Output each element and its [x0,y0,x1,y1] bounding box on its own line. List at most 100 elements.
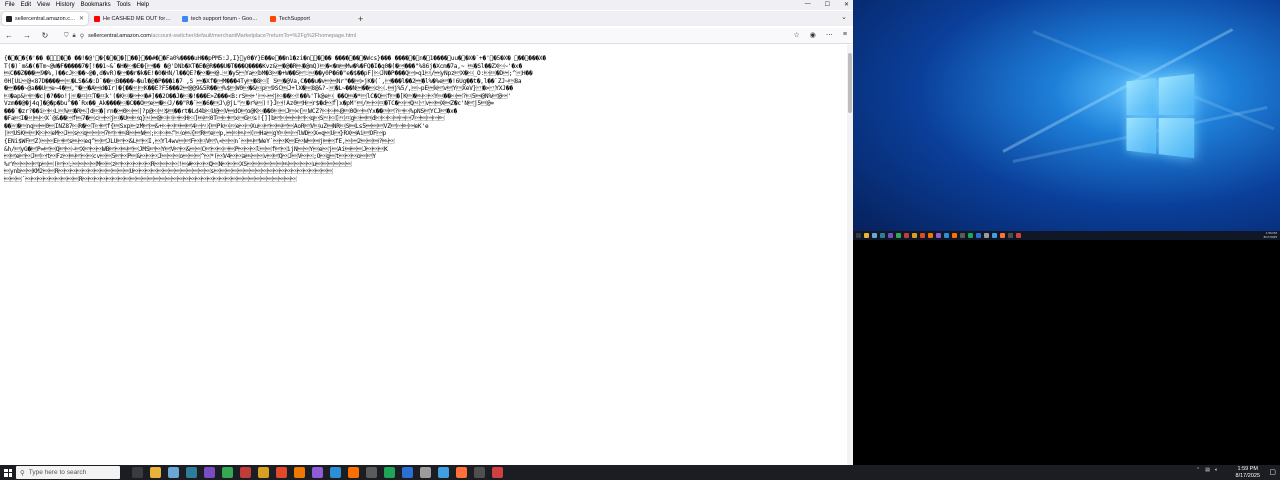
notepad-icon[interactable] [168,467,179,478]
reddit-favicon-icon [270,15,276,22]
secondary-firefox-icon[interactable] [1000,233,1005,238]
bookmark-star-icon[interactable]: ☆ [794,31,800,39]
app-icon-4[interactable] [258,467,269,478]
secondary-app-icon-4[interactable] [912,233,917,238]
menu-view[interactable]: View [37,2,50,8]
app-icon-6[interactable] [294,467,305,478]
forward-icon[interactable]: → [22,31,32,40]
garbled-text-line: C��Z���9�%,)��cJ��~@�,d�vR)���r�k�E!… [4,70,533,78]
url-bar[interactable]: ⛉ 🔒︎ ⚲ sellercentral.amazon.com/account-… [60,30,805,42]
secondary-app-icon-16[interactable] [1016,233,1021,238]
app-icon-11[interactable] [384,467,395,478]
scrollbar-thumb[interactable] [848,53,852,113]
volume-icon[interactable]: 🔈︎ [1215,467,1218,473]
garbled-text-line: �ap&�c|�?��o!j �T�k'(�K��#]��2O… [4,92,511,100]
secondary-clock-date: 8/17/2025 [1263,234,1277,239]
secondary-app-icon-5[interactable] [920,233,925,238]
menu-bookmarks[interactable]: Bookmarks [81,2,111,8]
app-icon-12[interactable] [402,467,413,478]
secondary-app-icon-10[interactable] [960,233,965,238]
app-icon-9[interactable] [348,467,359,478]
close-tab-icon[interactable]: ✕ [79,15,84,22]
tab-sellercentral[interactable]: sellercentral.amazon.com/accou ✕ [2,12,88,25]
start-button[interactable] [0,465,16,480]
secondary-app-icon-3[interactable] [904,233,909,238]
tab-title: sellercentral.amazon.com/accou [15,15,76,22]
secondary-app-icon-12[interactable] [976,233,981,238]
garbled-text-line: ynbKM2RUs… [4,168,333,176]
file-explorer-icon[interactable] [150,467,161,478]
secondary-app-icon-7[interactable] [936,233,941,238]
windows-logo-wallpaper [1126,73,1195,159]
notification-center-icon[interactable]: ▢ [1269,468,1276,476]
secondary-app-icon-9[interactable] [952,233,957,238]
menu-help[interactable]: Help [137,2,149,8]
garbled-text-line: {� ��{�'�� ��� ��!�@' �{���[��}… [4,55,546,62]
garbled-text-line: {ENi$WFZ)Eseq^JLU&LI,Yl4wv… [4,138,395,146]
secondary-notepad-icon[interactable] [872,233,877,238]
app-icon-14[interactable] [438,467,449,478]
menu-file[interactable]: File [5,2,15,8]
secondary-task-view-icon[interactable] [856,233,861,238]
menu-bar: File Edit View History Bookmarks Tools H… [0,0,853,10]
secondary-app-icon-1[interactable] [880,233,885,238]
menu-edit[interactable]: Edit [21,2,31,8]
secondary-app-icon-11[interactable] [968,233,973,238]
taskbar-search[interactable]: ⚲ Type here to search [16,466,120,479]
garbled-text-line: %rYp(;MzR!#Q… [4,160,352,168]
app-icon-8[interactable] [330,467,341,478]
minimize-button[interactable]: — [805,1,811,8]
taskbar-clock[interactable]: 1:59 PM 8/17/2025 [1236,466,1260,479]
app-icon-13[interactable] [420,467,431,478]
secondary-app-icon-2[interactable] [888,233,893,238]
secondary-app-icon-14[interactable] [992,233,997,238]
list-all-tabs-icon[interactable]: ⌄ [841,13,847,21]
app-menu-icon[interactable]: ≡ [843,31,847,39]
network-icon[interactable]: ▤ [1205,467,1210,473]
app-icon-10[interactable] [366,467,377,478]
tab-title: tech support forum - Google Se [191,15,260,22]
app-icon-2[interactable] [204,467,215,478]
permissions-icon[interactable]: ⚲ [80,33,84,40]
tab-youtube[interactable]: He CASHED ME OUT for My M [90,12,176,25]
empty-monitor-area [853,240,1280,465]
secondary-file-explorer-icon[interactable] [864,233,869,238]
app-icon-7[interactable] [312,467,323,478]
chrome-icon[interactable] [222,467,233,478]
new-tab-button[interactable]: + [358,14,363,24]
app-icon-3[interactable] [240,467,251,478]
search-icon: ⚲ [20,469,25,477]
app-icon-1[interactable] [186,467,197,478]
navigation-toolbar: ← → ↻ ⛉ 🔒︎ ⚲ sellercentral.amazon.com/ac… [0,28,853,44]
page-content-garbled: {� ��{�'�� ��� ��!�@' �{���[��}… [4,55,842,465]
lock-icon[interactable]: 🔒︎ [73,33,76,40]
tab-techsupport[interactable]: TechSupport [266,12,352,25]
secondary-app-icon-8[interactable] [944,233,949,238]
menu-history[interactable]: History [56,2,75,8]
task-view-icon[interactable] [132,467,143,478]
close-window-button[interactable]: ✕ [844,1,849,8]
app-icon-15[interactable] [474,467,485,478]
tray-chevron-icon[interactable]: ⌃ [1196,467,1200,473]
firefox-icon[interactable] [456,467,467,478]
garbled-text-line: �� �nq0INZ87R�Tf{SxpzM&+… [4,122,429,130]
secondary-app-icon-6[interactable] [928,233,933,238]
system-tray: ⌃ ▤ 🔈︎ [1196,467,1218,473]
tab-google-search[interactable]: tech support forum - Google Se [178,12,264,25]
app-icon-5[interactable] [276,467,287,478]
back-icon[interactable]: ← [4,31,14,40]
shield-icon[interactable]: ⛉ [64,33,69,40]
maximize-button[interactable]: ☐ [825,1,830,8]
app-icon-16[interactable] [492,467,503,478]
secondary-app-icon-13[interactable] [984,233,989,238]
garbled-text-line: |USK KeMJsq78W;^o{… [4,130,387,138]
menu-tools[interactable]: Tools [117,2,131,8]
secondary-chrome-icon[interactable] [896,233,901,238]
extensions-icon[interactable]: ⋯ [826,31,833,39]
account-icon[interactable]: ◉ [810,31,816,39]
url-path: /account-switcher/default/merchantMarket… [150,33,357,39]
secondary-app-icon-15[interactable] [1008,233,1013,238]
reload-icon[interactable]: ↻ [40,31,50,40]
google-favicon-icon [182,15,188,22]
youtube-favicon-icon [94,15,100,22]
